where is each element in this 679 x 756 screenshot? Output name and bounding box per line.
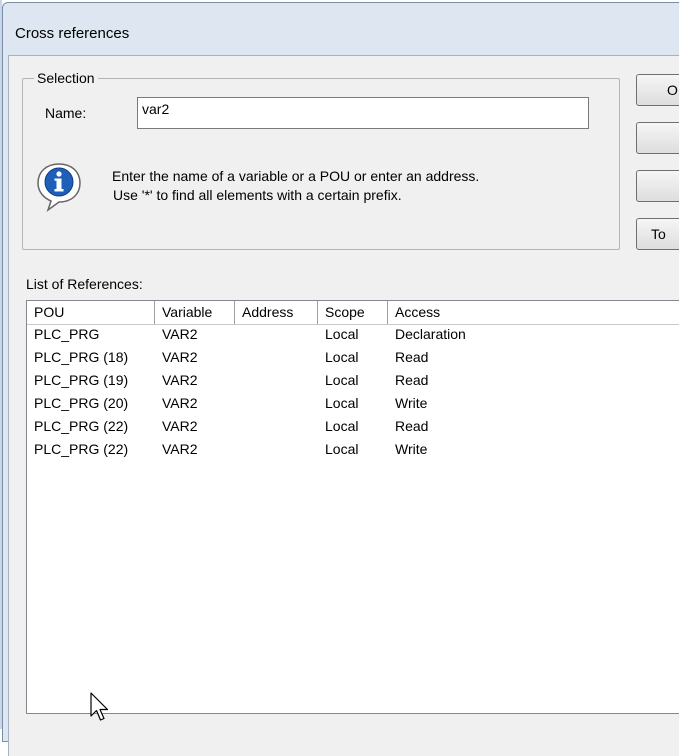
cell-scope: Local <box>325 349 359 365</box>
list-rows: PLC_PRG VAR2 Local Declaration PLC_PRG (… <box>27 325 679 463</box>
cell-access: Declaration <box>395 326 466 342</box>
table-row[interactable]: PLC_PRG VAR2 Local Declaration <box>27 325 679 348</box>
name-input[interactable] <box>137 97 589 129</box>
window-title: Cross references <box>15 25 130 42</box>
table-row[interactable]: PLC_PRG (22) VAR2 Local Read <box>27 417 679 440</box>
cell-variable: VAR2 <box>162 326 198 342</box>
cell-access: Read <box>395 418 429 434</box>
cell-access: Read <box>395 372 429 388</box>
cell-variable: VAR2 <box>162 349 198 365</box>
cell-scope: Local <box>325 441 359 457</box>
dialog-button-2[interactable] <box>636 122 679 154</box>
cell-access: Read <box>395 349 429 365</box>
cell-variable: VAR2 <box>162 418 198 434</box>
column-header-access[interactable]: Access <box>388 301 679 324</box>
info-icon <box>37 163 81 212</box>
column-header-variable[interactable]: Variable <box>155 301 235 324</box>
column-header-address[interactable]: Address <box>235 301 318 324</box>
column-header-scope[interactable]: Scope <box>318 301 388 324</box>
ok-button[interactable]: O <box>636 74 679 106</box>
cell-variable: VAR2 <box>162 372 198 388</box>
cell-pou: PLC_PRG (20) <box>34 395 129 411</box>
references-list[interactable]: POU Variable Address Scope Access PLC_PR… <box>26 300 679 714</box>
cell-pou: PLC_PRG (22) <box>34 441 129 457</box>
table-row[interactable]: PLC_PRG (18) VAR2 Local Read <box>27 348 679 371</box>
dialog-button-3[interactable] <box>636 170 679 202</box>
cell-pou: PLC_PRG <box>34 326 100 342</box>
cell-scope: Local <box>325 395 359 411</box>
cell-access: Write <box>395 395 428 411</box>
selection-legend: Selection <box>34 70 98 86</box>
info-line-1: Enter the name of a variable or a POU or… <box>112 168 480 184</box>
info-message: Enter the name of a variable or a POU or… <box>112 167 479 205</box>
cell-variable: VAR2 <box>162 395 198 411</box>
cell-pou: PLC_PRG (22) <box>34 418 129 434</box>
name-label: Name: <box>45 105 87 121</box>
cell-variable: VAR2 <box>162 441 198 457</box>
info-line-2: Use '*' to find all elements with a cert… <box>113 187 402 203</box>
table-row[interactable]: PLC_PRG (19) VAR2 Local Read <box>27 371 679 394</box>
list-header: POU Variable Address Scope Access <box>27 301 679 325</box>
mouse-pointer-icon <box>90 692 109 721</box>
cell-scope: Local <box>325 326 359 342</box>
column-header-pou[interactable]: POU <box>27 301 155 324</box>
cell-pou: PLC_PRG (19) <box>34 372 129 388</box>
cell-access: Write <box>395 441 428 457</box>
table-row[interactable]: PLC_PRG (22) VAR2 Local Write <box>27 440 679 463</box>
table-row[interactable]: PLC_PRG (20) VAR2 Local Write <box>27 394 679 417</box>
cell-scope: Local <box>325 372 359 388</box>
list-of-references-label: List of References: <box>26 276 143 292</box>
cell-scope: Local <box>325 418 359 434</box>
cell-pou: PLC_PRG (18) <box>34 349 129 365</box>
to-button[interactable]: To <box>636 218 679 250</box>
